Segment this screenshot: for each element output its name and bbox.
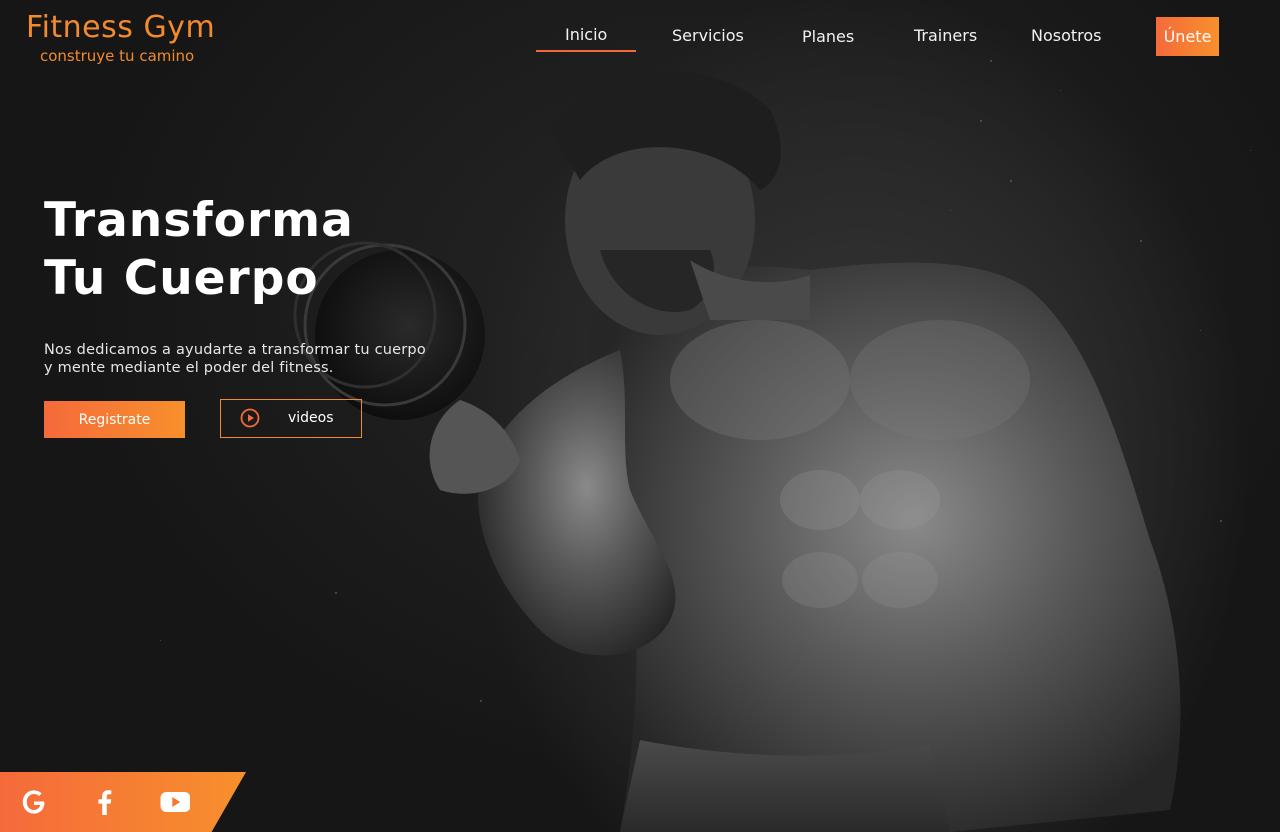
nav-item-inicio[interactable]: Inicio: [535, 25, 637, 52]
join-button[interactable]: Únete: [1156, 17, 1219, 56]
nav-item-nosotros[interactable]: Nosotros: [1031, 26, 1102, 45]
hero-headline-line2: Tu Cuerpo: [44, 251, 319, 306]
nav-item-servicios[interactable]: Servicios: [672, 26, 744, 45]
videos-button[interactable]: videos: [220, 399, 362, 438]
facebook-icon[interactable]: [90, 788, 120, 816]
social-bar: [0, 772, 246, 832]
hero-description: Nos dedicamos a ayudarte a transformar t…: [44, 342, 426, 376]
nav-item-trainers[interactable]: Trainers: [914, 26, 977, 45]
play-circle-icon: [240, 408, 260, 428]
google-icon[interactable]: [19, 788, 49, 816]
hero-athlete-image: [293, 70, 1181, 832]
hero-headline: Transforma Tu Cuerpo: [44, 192, 354, 308]
register-button[interactable]: Registrate: [44, 401, 185, 438]
videos-button-label: videos: [288, 410, 334, 426]
main-nav: Inicio Servicios Planes Trainers Nosotro…: [0, 0, 1280, 70]
nav-item-planes[interactable]: Planes: [802, 27, 854, 46]
youtube-icon[interactable]: [160, 788, 190, 816]
hero-headline-line1: Transforma: [44, 193, 354, 248]
